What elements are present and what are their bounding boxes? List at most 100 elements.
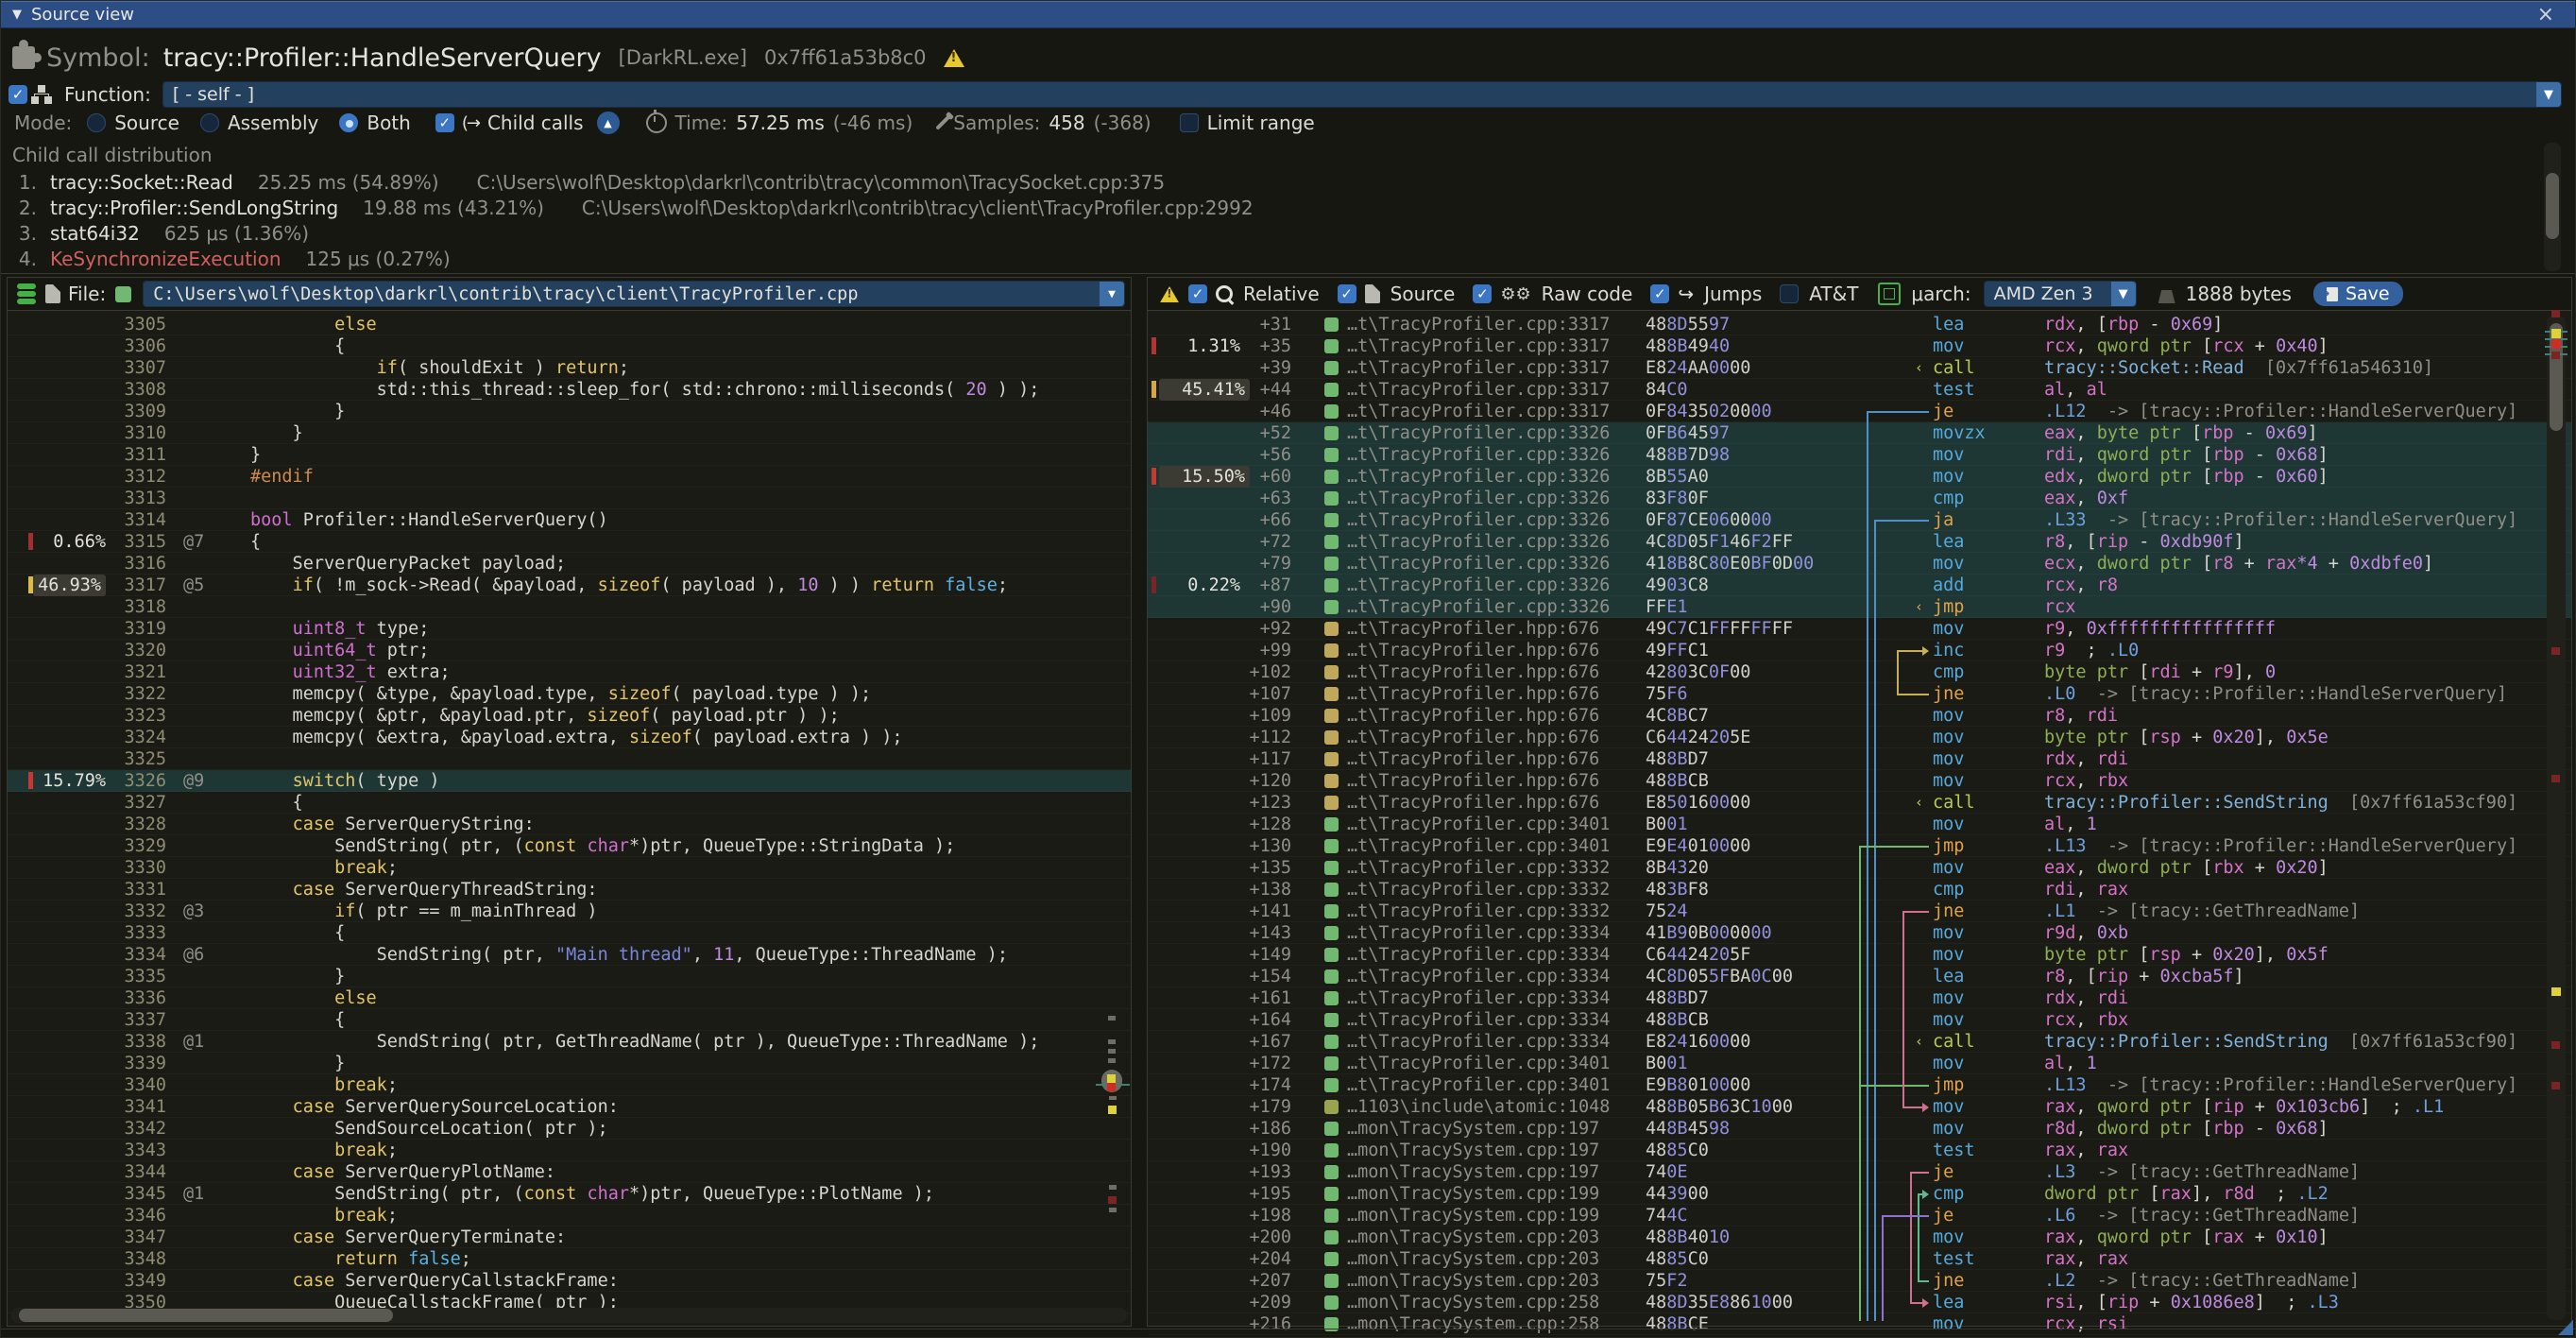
limit-range-label[interactable]: Limit range [1207, 112, 1315, 134]
source-line[interactable]: 3343 break; [8, 1140, 1131, 1161]
source-line[interactable]: 3321 uint32_t extra; [8, 661, 1131, 683]
source-line[interactable]: 3320 uint64_t ptr; [8, 640, 1131, 661]
assembly-row[interactable]: +90…t\TracyProfiler.cpp:3326FFE1‹jmprcx [1148, 596, 2571, 618]
jumps-checkbox[interactable]: ✓ [1650, 284, 1669, 303]
att-label[interactable]: AT&T [1809, 283, 1858, 305]
source-line[interactable]: 3340 break; [8, 1074, 1131, 1096]
assembly-scrollbar[interactable] [2547, 316, 2566, 1320]
source-line[interactable]: 3338@1 SendString( ptr, GetThreadName( p… [8, 1031, 1131, 1053]
source-line[interactable]: 3309 } [8, 401, 1131, 422]
assembly-row[interactable]: 45.41%+44…t\TracyProfiler.cpp:331784C0te… [1148, 379, 2571, 401]
function-select[interactable]: [ - self - ] ▼ [162, 81, 2562, 108]
source-line[interactable]: 3341 case ServerQuerySourceLocation: [8, 1096, 1131, 1118]
assembly-row[interactable]: 15.50%+60…t\TracyProfiler.cpp:33268B55A0… [1148, 466, 2571, 488]
source-line[interactable]: 3323 memcpy( &ptr, &payload.ptr, sizeof(… [8, 705, 1131, 727]
assembly-warning-icon[interactable] [1160, 285, 1179, 301]
child-call-item[interactable]: 2.tracy::Profiler::SendLongString19.88 m… [9, 197, 1254, 221]
source-line[interactable]: 3331 case ServerQueryThreadString: [8, 879, 1131, 901]
source-line[interactable]: 3324 memcpy( &extra, &payload.extra, siz… [8, 727, 1131, 748]
collapse-icon[interactable]: ▼ [12, 8, 22, 22]
source-line[interactable]: 3307 if( shouldExit ) return; [8, 357, 1131, 379]
child-calls-label[interactable]: Child calls [487, 112, 584, 134]
source-line[interactable]: 3339 } [8, 1053, 1131, 1074]
assembly-row[interactable]: +117…t\TracyProfiler.hpp:676488BD7movrdx… [1148, 748, 2571, 770]
uarch-dropdown-icon[interactable]: ▼ [2111, 282, 2136, 306]
resize-grip[interactable] [2558, 1320, 2573, 1335]
source-line[interactable]: 3336 else [8, 987, 1131, 1009]
limit-range-checkbox[interactable]: ✓ [1180, 113, 1199, 132]
source-line[interactable]: 3313 [8, 488, 1131, 509]
mode-radio-source[interactable] [87, 113, 106, 132]
source-line[interactable]: 3346 break; [8, 1205, 1131, 1226]
source-line[interactable]: 3314bool Profiler::HandleServerQuery() [8, 509, 1131, 531]
relative-checkbox[interactable]: ✓ [1188, 284, 1207, 303]
assembly-row[interactable]: 0.22%+87…t\TracyProfiler.cpp:33264903C8a… [1148, 575, 2571, 596]
source-line[interactable]: 3334@6 SendString( ptr, "Main thread", 1… [8, 944, 1131, 966]
mode-radio-both[interactable] [339, 113, 358, 132]
function-checkbox[interactable]: ✓ [9, 85, 27, 104]
source-line[interactable]: 3319 uint8_t type; [8, 618, 1131, 640]
assembly-row[interactable]: +123…t\TracyProfiler.hpp:676E850160000‹c… [1148, 792, 2571, 814]
source-line[interactable]: 3325 [8, 748, 1131, 770]
source-line[interactable]: 3330 break; [8, 857, 1131, 879]
assembly-row[interactable]: 1.31%+35…t\TracyProfiler.cpp:3317488B494… [1148, 335, 2571, 357]
mode-option-both[interactable]: Both [367, 112, 410, 134]
assembly-row[interactable]: +52…t\TracyProfiler.cpp:33260FB64597movz… [1148, 422, 2571, 444]
assembly-row[interactable]: +56…t\TracyProfiler.cpp:3326488B7D98movr… [1148, 444, 2571, 466]
mode-option-assembly[interactable]: Assembly [228, 112, 318, 134]
assembly-row[interactable]: +63…t\TracyProfiler.cpp:332683F80Fcmpeax… [1148, 488, 2571, 509]
uarch-select[interactable]: AMD Zen 3 ▼ [1984, 281, 2137, 307]
source-line[interactable]: 3318 [8, 596, 1131, 618]
source-line[interactable]: 3342 SendSourceLocation( ptr ); [8, 1118, 1131, 1140]
source-hscrollbar[interactable] [11, 1308, 1127, 1323]
assembly-row[interactable]: +120…t\TracyProfiler.hpp:676488BCBmovrcx… [1148, 770, 2571, 792]
source-line[interactable]: 3344 case ServerQueryPlotName: [8, 1161, 1131, 1183]
mode-option-source[interactable]: Source [114, 112, 179, 134]
child-call-item[interactable]: 4.KeSynchronizeExecution125 μs (0.27%) [9, 248, 451, 272]
symbol-warning-icon[interactable] [944, 49, 964, 67]
assembly-row[interactable]: +39…t\TracyProfiler.cpp:3317E824AA0000‹c… [1148, 357, 2571, 379]
child-call-item[interactable]: 3.stat64i32625 μs (1.36%) [9, 222, 309, 247]
assembly-row[interactable]: +92…t\TracyProfiler.hpp:67649C7C1FFFFFFF… [1148, 618, 2571, 640]
source-line[interactable]: 3348 return false; [8, 1248, 1131, 1270]
source-line[interactable]: 46.93%3317@5 if( !m_sock->Read( &payload… [8, 575, 1131, 596]
source-line[interactable]: 3322 memcpy( &type, &payload.type, sizeo… [8, 683, 1131, 705]
source-line[interactable]: 3311} [8, 444, 1131, 466]
child-call-scrollbar[interactable] [2544, 143, 2561, 271]
assembly-row[interactable]: +107…t\TracyProfiler.hpp:67675F6jne.L0 -… [1148, 683, 2571, 705]
source-line[interactable]: 3310 } [8, 422, 1131, 444]
child-call-item[interactable]: 1.tracy::Socket::Read25.25 ms (54.89%)C:… [9, 171, 1165, 196]
assembly-row[interactable]: +66…t\TracyProfiler.cpp:33260F87CE060000… [1148, 509, 2571, 531]
assembly-row[interactable]: +31…t\TracyProfiler.cpp:3317488D5597lear… [1148, 314, 2571, 335]
assembly-row[interactable]: +99…t\TracyProfiler.hpp:67649FFC1incr9 ;… [1148, 640, 2571, 661]
assembly-row[interactable]: +112…t\TracyProfiler.hpp:676C64424205Emo… [1148, 727, 2571, 748]
source-line[interactable]: 3308 std::this_thread::sleep_for( std::c… [8, 379, 1131, 401]
function-dropdown-icon[interactable]: ▼ [2536, 82, 2561, 107]
raw-code-label[interactable]: Raw code [1542, 283, 1633, 305]
source-line[interactable]: 3329 SendString( ptr, (const char*)ptr, … [8, 835, 1131, 857]
mode-radio-assembly[interactable] [200, 113, 219, 132]
title-bar[interactable]: ▼ Source view × [1, 1, 2575, 28]
source-line[interactable]: 3347 case ServerQueryTerminate: [8, 1226, 1131, 1248]
jumps-label[interactable]: Jumps [1704, 283, 1762, 305]
database-icon[interactable] [17, 283, 36, 304]
assembly-row[interactable]: +102…t\TracyProfiler.hpp:67642803C0F00cm… [1148, 661, 2571, 683]
collapse-child-calls-button[interactable]: ▲ [597, 112, 620, 134]
child-calls-checkbox[interactable]: ✓ [435, 113, 454, 132]
source-line[interactable]: 3312#endif [8, 466, 1131, 488]
raw-code-checkbox[interactable]: ✓ [1473, 284, 1492, 303]
assembly-row[interactable]: +72…t\TracyProfiler.cpp:33264C8D05F146F2… [1148, 531, 2571, 553]
source-line[interactable]: 0.66%3315@7{ [8, 531, 1131, 553]
close-icon[interactable]: × [2537, 3, 2554, 26]
source-checkbox[interactable]: ✓ [1338, 284, 1356, 303]
source-line[interactable]: 15.79%3326@9 switch( type ) [8, 770, 1131, 792]
assembly-row[interactable]: +79…t\TracyProfiler.cpp:3326418B8C80E0BF… [1148, 553, 2571, 575]
assembly-row[interactable]: +109…t\TracyProfiler.hpp:6764C8BC7movr8,… [1148, 705, 2571, 727]
source-line[interactable]: 3335 } [8, 966, 1131, 987]
source-line[interactable]: 3332@3 if( ptr == m_mainThread ) [8, 901, 1131, 922]
source-line[interactable]: 3328 case ServerQueryString: [8, 814, 1131, 835]
source-line[interactable]: 3327 { [8, 792, 1131, 814]
source-line[interactable]: 3349 case ServerQueryCallstackFrame: [8, 1270, 1131, 1292]
source-toggle-label[interactable]: Source [1390, 283, 1456, 305]
file-dropdown-icon[interactable]: ▼ [1100, 282, 1124, 306]
